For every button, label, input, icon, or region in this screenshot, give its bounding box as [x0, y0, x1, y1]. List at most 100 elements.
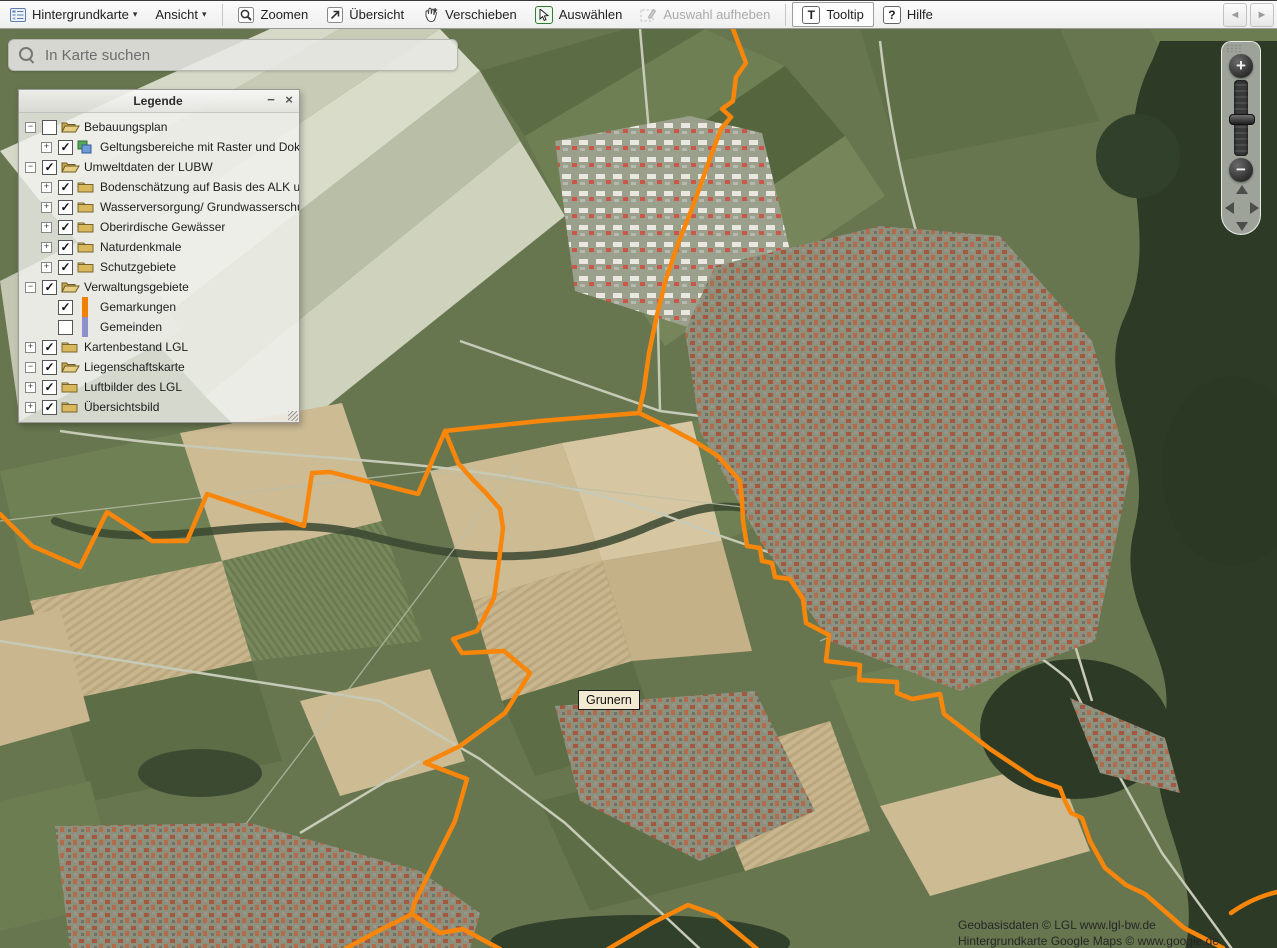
layer-label[interactable]: Bebauungsplan [84, 120, 167, 134]
layer-visibility-checkbox[interactable]: ✓ [58, 180, 73, 195]
legend-minimize-button[interactable]: − [263, 93, 279, 109]
tooltip-tool-button[interactable]: T Tooltip [792, 2, 874, 27]
view-menu-button[interactable]: Ansicht ▾ [146, 3, 215, 27]
layer-label[interactable]: Gemarkungen [100, 300, 176, 314]
layer-visibility-checkbox[interactable]: ✓ [58, 260, 73, 275]
layer-visibility-checkbox[interactable]: ✓ [42, 400, 57, 415]
tree-expand-icon[interactable]: + [41, 242, 52, 253]
legend-close-button[interactable]: × [281, 93, 297, 109]
pan-left-arrow-icon[interactable] [1225, 202, 1234, 214]
help-label: Hilfe [907, 7, 933, 22]
layer-label[interactable]: Umweltdaten der LUBW [84, 160, 213, 174]
map-attribution: Geobasisdaten © LGL www.lgl-bw.de Hinter… [958, 918, 1277, 948]
history-forward-button[interactable]: ► [1250, 3, 1274, 27]
tooltip-tool-label: Tooltip [826, 7, 864, 22]
map-search-bar [8, 39, 458, 71]
layer-visibility-checkbox[interactable]: ✓ [42, 340, 57, 355]
background-map-menu-button[interactable]: Hintergrundkarte ▾ [0, 3, 146, 27]
magnifier-icon [238, 6, 255, 23]
legend-tree-item: −✓ Verwaltungsgebiete [19, 277, 299, 297]
layer-label[interactable]: Geltungsbereiche mit Raster und Dokume [100, 140, 299, 154]
legend-layer-tree: − Bebauungsplan + ✓ Geltungsbereiche mit Ras… [19, 113, 299, 417]
layer-list-icon [9, 6, 26, 23]
layer-visibility-checkbox[interactable]: ✓ [42, 380, 57, 395]
legend-resize-grip[interactable] [288, 411, 298, 421]
tree-collapse-icon[interactable]: − [25, 362, 36, 373]
layer-label[interactable]: Übersichtsbild [84, 400, 159, 414]
map-feature-tooltip: Grunern [578, 690, 640, 710]
legend-title-bar[interactable]: Legende − × [19, 90, 299, 113]
tree-collapse-icon[interactable]: − [25, 282, 36, 293]
legend-panel: Legende − × − Bebauungsplan + ✓ Geltungsbere… [18, 89, 300, 423]
zoom-control-drag-grip[interactable] [1226, 44, 1242, 53]
layer-visibility-checkbox[interactable]: ✓ [58, 240, 73, 255]
layer-label[interactable]: Luftbilder des LGL [84, 380, 182, 394]
layer-visibility-checkbox[interactable]: ✓ [42, 360, 57, 375]
attribution-line-geobasis: Geobasisdaten © LGL www.lgl-bw.de [958, 918, 1277, 934]
layer-label[interactable]: Wasserversorgung/ Grundwasserschutz [100, 200, 299, 214]
layer-visibility-checkbox[interactable]: ✓ [42, 160, 57, 175]
layer-visibility-checkbox[interactable] [58, 320, 73, 335]
select-tool-label: Auswählen [559, 7, 623, 22]
zoom-tool-button[interactable]: Zoomen [229, 3, 318, 27]
search-input[interactable] [43, 46, 457, 65]
pan-tool-button[interactable]: Verschieben [413, 3, 526, 27]
legend-tree-item: + ✓ Bodenschätzung auf Basis des ALK und A [19, 177, 299, 197]
folder-icon [77, 200, 95, 214]
layer-label[interactable]: Schutzgebiete [100, 260, 176, 274]
overview-tool-button[interactable]: Übersicht [317, 3, 413, 27]
tree-expand-icon[interactable]: + [41, 222, 52, 233]
zoom-tool-label: Zoomen [261, 7, 309, 22]
tree-expand-icon[interactable]: + [25, 342, 36, 353]
layer-label[interactable]: Naturdenkmale [100, 240, 181, 254]
layer-label[interactable]: Kartenbestand LGL [84, 340, 188, 354]
zoom-slider-handle[interactable] [1229, 114, 1255, 125]
layer-visibility-checkbox[interactable] [42, 120, 57, 135]
tree-expand-icon[interactable]: + [41, 202, 52, 213]
help-button[interactable]: ? Hilfe [874, 3, 942, 27]
chevron-down-icon: ▾ [133, 9, 138, 20]
clear-selection-button[interactable]: Auswahl aufheben [631, 3, 779, 27]
tree-expand-icon[interactable]: + [41, 262, 52, 273]
pan-up-arrow-icon[interactable] [1236, 185, 1248, 194]
layer-visibility-checkbox[interactable]: ✓ [58, 200, 73, 215]
tree-collapse-icon[interactable]: − [25, 122, 36, 133]
layer-visibility-checkbox[interactable]: ✓ [58, 220, 73, 235]
layer-visibility-checkbox[interactable]: ✓ [58, 300, 73, 315]
layer-label[interactable]: Oberirdische Gewässer [100, 220, 225, 234]
layer-visibility-checkbox[interactable]: ✓ [58, 140, 73, 155]
layer-label[interactable]: Bodenschätzung auf Basis des ALK und A [100, 180, 299, 194]
legend-tree-item: + ✓ Luftbilder des LGL [19, 377, 299, 397]
folder-open-icon [61, 160, 79, 174]
pan-down-arrow-icon[interactable] [1236, 222, 1248, 231]
zoom-out-button[interactable]: − [1229, 158, 1253, 182]
legend-tree-item: −✓ Liegenschaftskarte [19, 357, 299, 377]
clear-selection-label: Auswahl aufheben [663, 7, 770, 22]
layers-icon [77, 140, 95, 154]
map-application-window: Grunern Geobasisdaten © LGL www.lgl-bw.d… [0, 0, 1277, 948]
attribution-line-google: Hintergrundkarte Google Maps © www.googl… [958, 934, 1277, 948]
layer-visibility-checkbox[interactable]: ✓ [42, 280, 57, 295]
tree-expand-icon[interactable]: + [25, 402, 36, 413]
layer-label[interactable]: Verwaltungsgebiete [84, 280, 189, 294]
tree-expand-icon[interactable]: + [25, 382, 36, 393]
tree-expand-icon[interactable]: + [41, 182, 52, 193]
zoom-slider-track[interactable] [1234, 80, 1248, 156]
overview-tool-label: Übersicht [349, 7, 404, 22]
zoom-in-button[interactable]: + [1229, 54, 1253, 78]
toolbar-separator [222, 4, 223, 26]
pan-right-arrow-icon[interactable] [1250, 202, 1259, 214]
clear-selection-icon [640, 6, 657, 23]
legend-tree-item: + ✓ Kartenbestand LGL [19, 337, 299, 357]
pan-hand-icon [422, 6, 439, 23]
history-back-button[interactable]: ◄ [1223, 3, 1247, 27]
chevron-down-icon: ▾ [202, 9, 207, 20]
layer-label[interactable]: Liegenschaftskarte [84, 360, 185, 374]
layer-label[interactable]: Gemeinden [100, 320, 162, 334]
toolbar-separator [785, 4, 786, 26]
select-tool-button[interactable]: Auswählen [526, 3, 632, 27]
search-icon [19, 47, 35, 63]
folder-open-icon [61, 120, 79, 134]
tree-collapse-icon[interactable]: − [25, 162, 36, 173]
tree-expand-icon[interactable]: + [41, 142, 52, 153]
